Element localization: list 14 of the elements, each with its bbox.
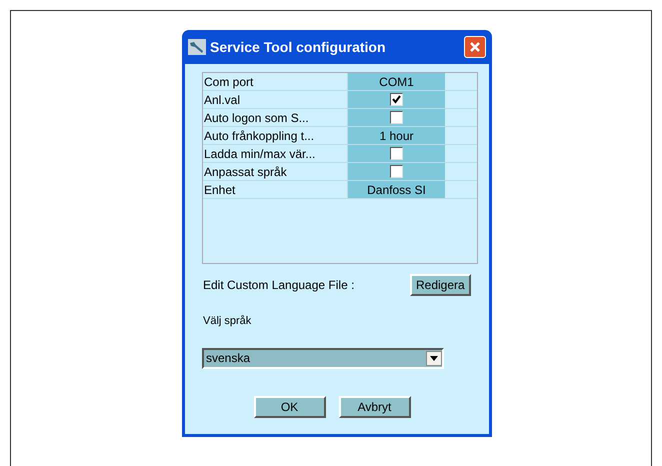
checkbox[interactable]: [390, 147, 403, 160]
field-label: Edit Custom Language File :: [203, 277, 356, 294]
language-dropdown[interactable]: svenska: [202, 348, 444, 368]
edit-button[interactable]: Redigera: [410, 274, 471, 296]
ok-button[interactable]: OK: [254, 396, 326, 418]
cancel-button[interactable]: Avbryt: [338, 396, 410, 418]
close-icon: [469, 41, 481, 53]
close-button[interactable]: [464, 36, 486, 58]
checkbox[interactable]: [390, 165, 403, 178]
checkbox[interactable]: [390, 111, 403, 124]
wrench-icon: [188, 39, 206, 55]
field-label: Välj språk: [203, 314, 252, 329]
checkbox[interactable]: [390, 93, 403, 106]
window-title: Service Tool configuration: [210, 38, 387, 57]
